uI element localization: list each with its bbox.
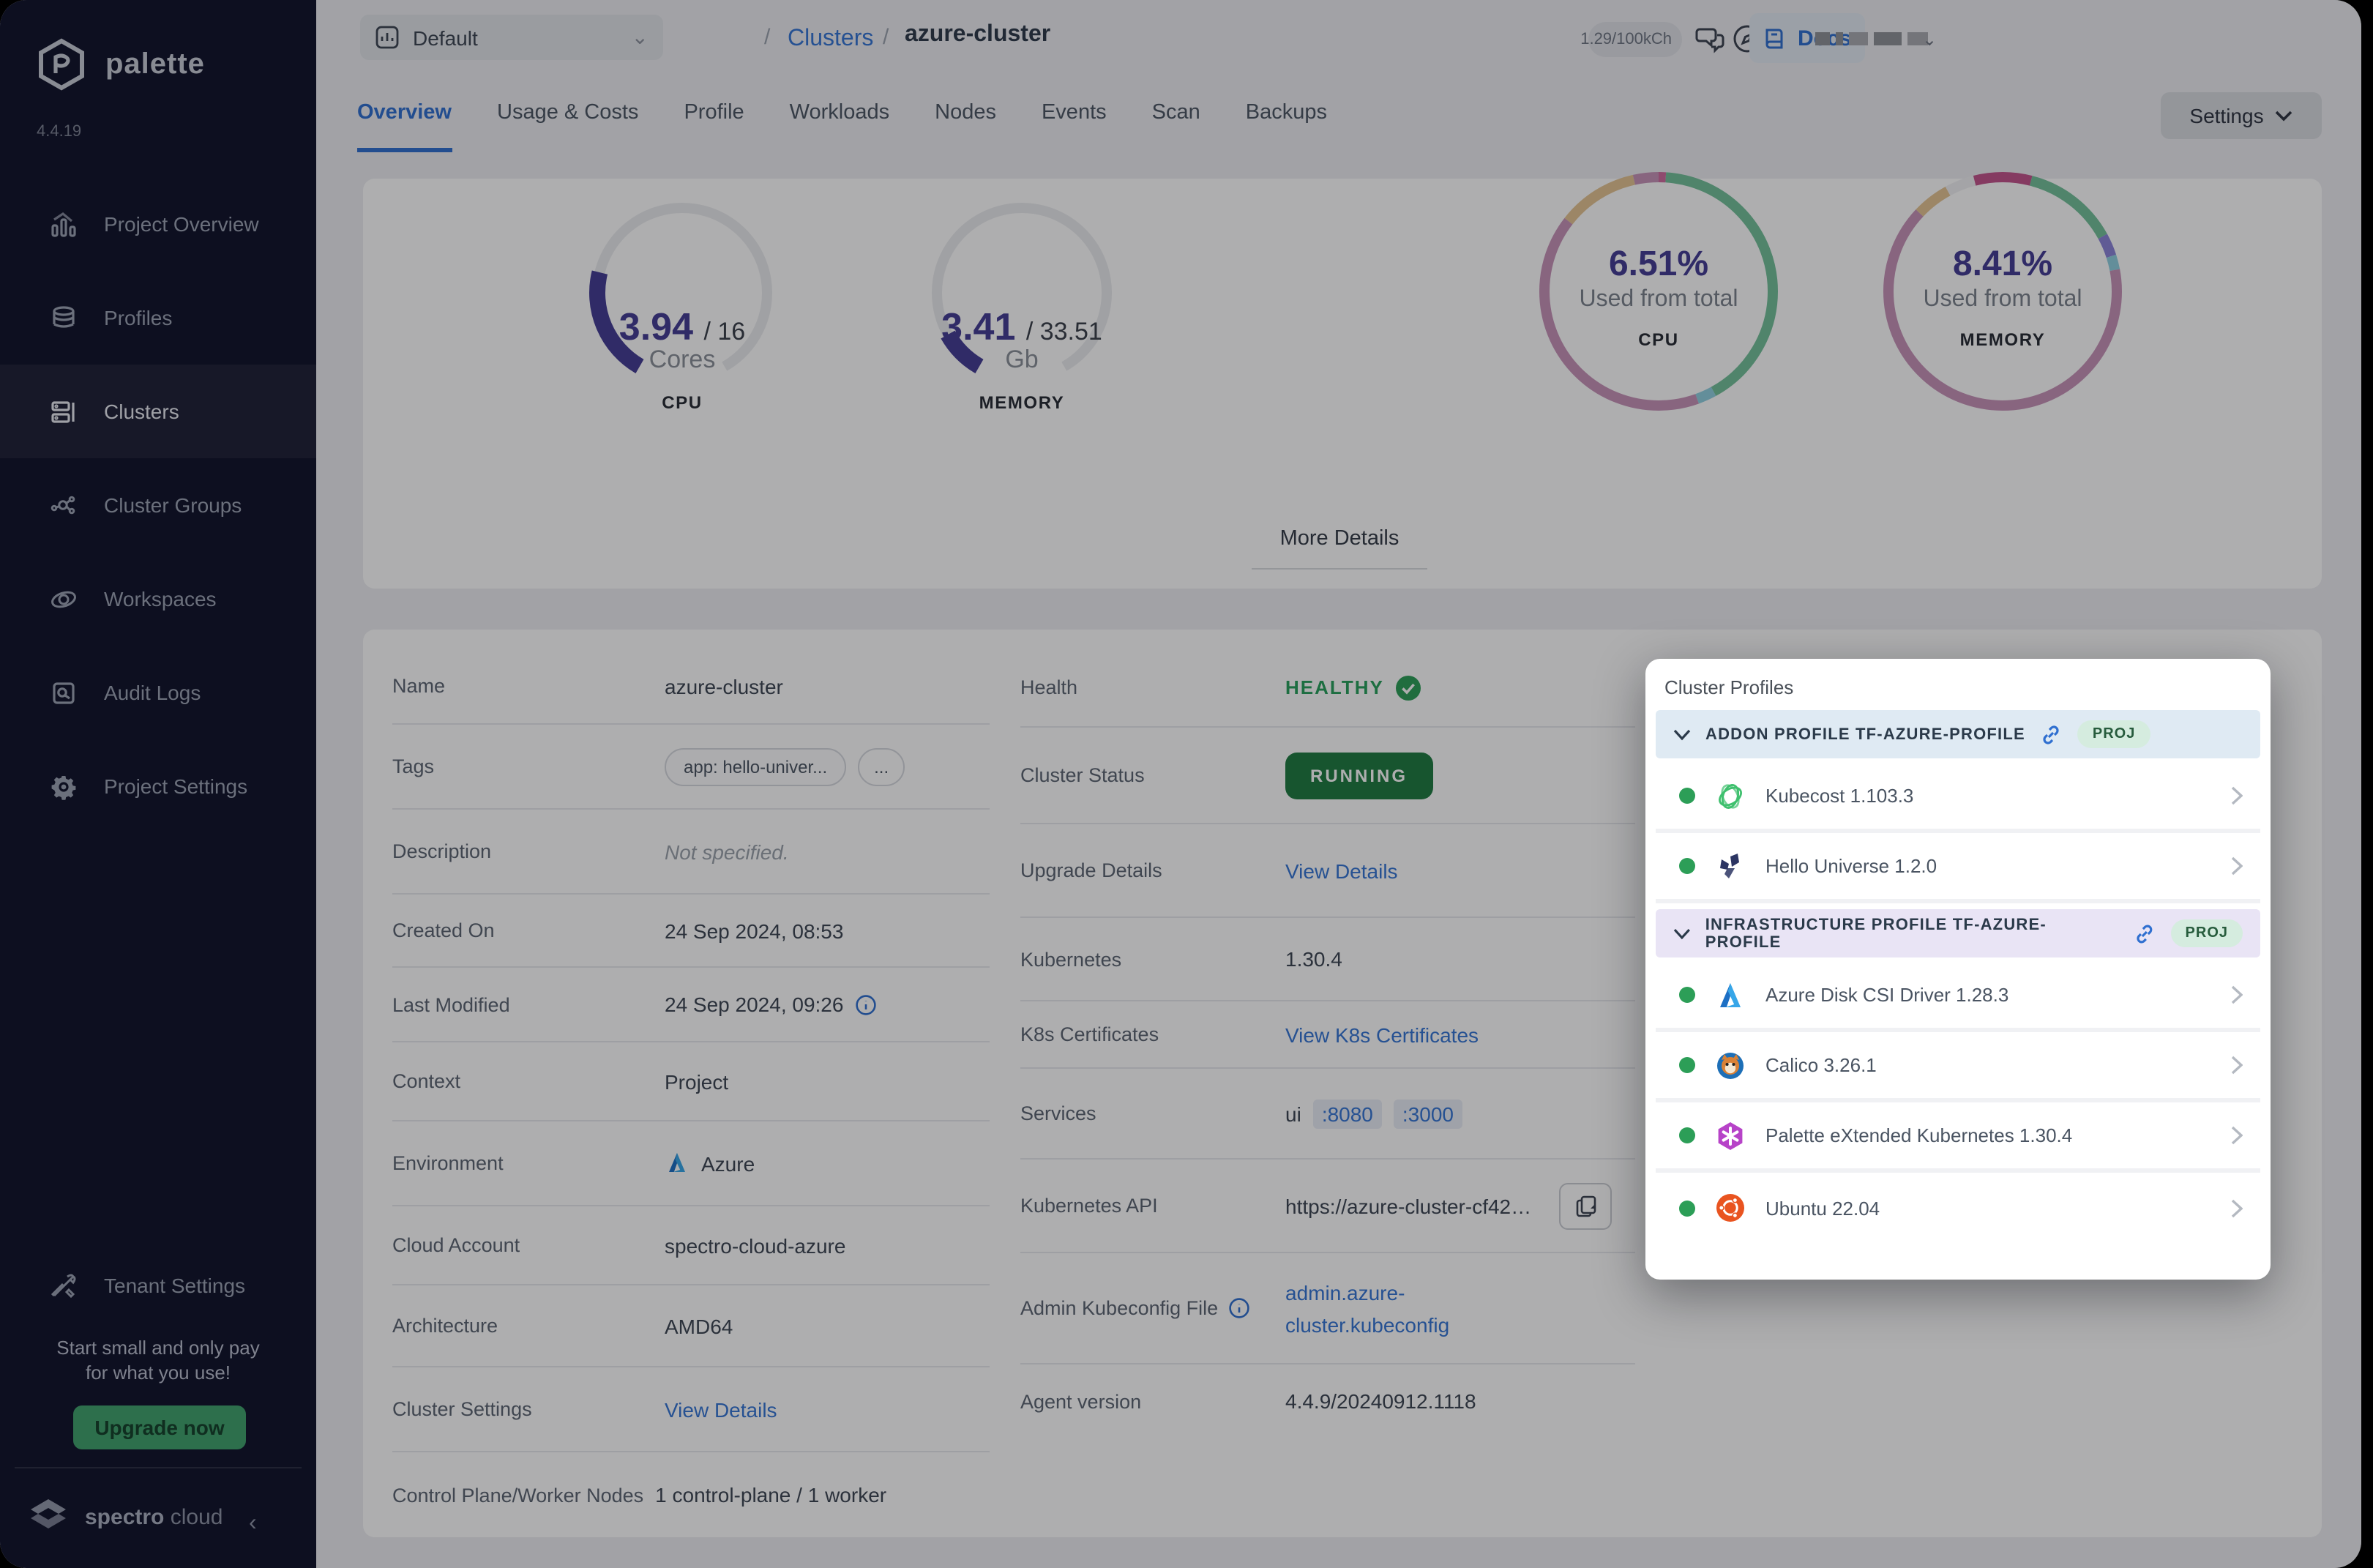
hello-universe-icon: [1714, 850, 1746, 882]
chevron-right-icon: [2231, 786, 2243, 805]
profile-layer-ubuntu[interactable]: Ubuntu 22.04: [1656, 1173, 2260, 1243]
status-dot: [1679, 1200, 1695, 1216]
chevron-right-icon: [2231, 1126, 2243, 1145]
link-icon[interactable]: [2040, 723, 2063, 746]
chevron-right-icon: [2231, 1056, 2243, 1075]
status-dot: [1679, 788, 1695, 804]
pxk-icon: [1714, 1119, 1746, 1151]
proj-scope-badge: PROJ: [2077, 720, 2150, 748]
kubecost-icon: [1714, 780, 1746, 812]
link-icon[interactable]: [2133, 922, 2156, 945]
chevron-down-icon: [1673, 927, 1690, 939]
profile-layer-kubecost[interactable]: Kubecost 1.103.3: [1656, 763, 2260, 833]
status-dot: [1679, 1127, 1695, 1143]
profile-layer-palette-extended-kubernetes[interactable]: Palette eXtended Kubernetes 1.30.4: [1656, 1102, 2260, 1173]
status-dot: [1679, 987, 1695, 1003]
chevron-right-icon: [2231, 1198, 2243, 1217]
profile-layer-calico[interactable]: Calico 3.26.1: [1656, 1032, 2260, 1102]
profile-layer-azure-disk-csi[interactable]: Azure Disk CSI Driver 1.28.3: [1656, 962, 2260, 1032]
proj-scope-badge: PROJ: [2170, 919, 2243, 947]
ubuntu-icon: [1714, 1192, 1746, 1224]
chevron-down-icon: [1673, 728, 1691, 740]
status-dot: [1679, 858, 1695, 874]
popup-title: Cluster Profiles: [1664, 676, 1794, 698]
calico-icon: [1714, 1049, 1746, 1081]
infrastructure-profile-header[interactable]: INFRASTRUCTURE PROFILE TF-AZURE-PROFILE …: [1656, 909, 2260, 957]
azure-disk-icon: [1714, 979, 1746, 1011]
chevron-right-icon: [2231, 985, 2243, 1004]
status-dot: [1679, 1057, 1695, 1073]
cluster-profiles-popup: Cluster Profiles ADDON PROFILE TF-AZURE-…: [1645, 659, 2271, 1280]
profile-layer-hello-universe[interactable]: Hello Universe 1.2.0: [1656, 833, 2260, 903]
addon-profile-header[interactable]: ADDON PROFILE TF-AZURE-PROFILE PROJ: [1656, 710, 2260, 758]
chevron-right-icon: [2231, 856, 2243, 876]
